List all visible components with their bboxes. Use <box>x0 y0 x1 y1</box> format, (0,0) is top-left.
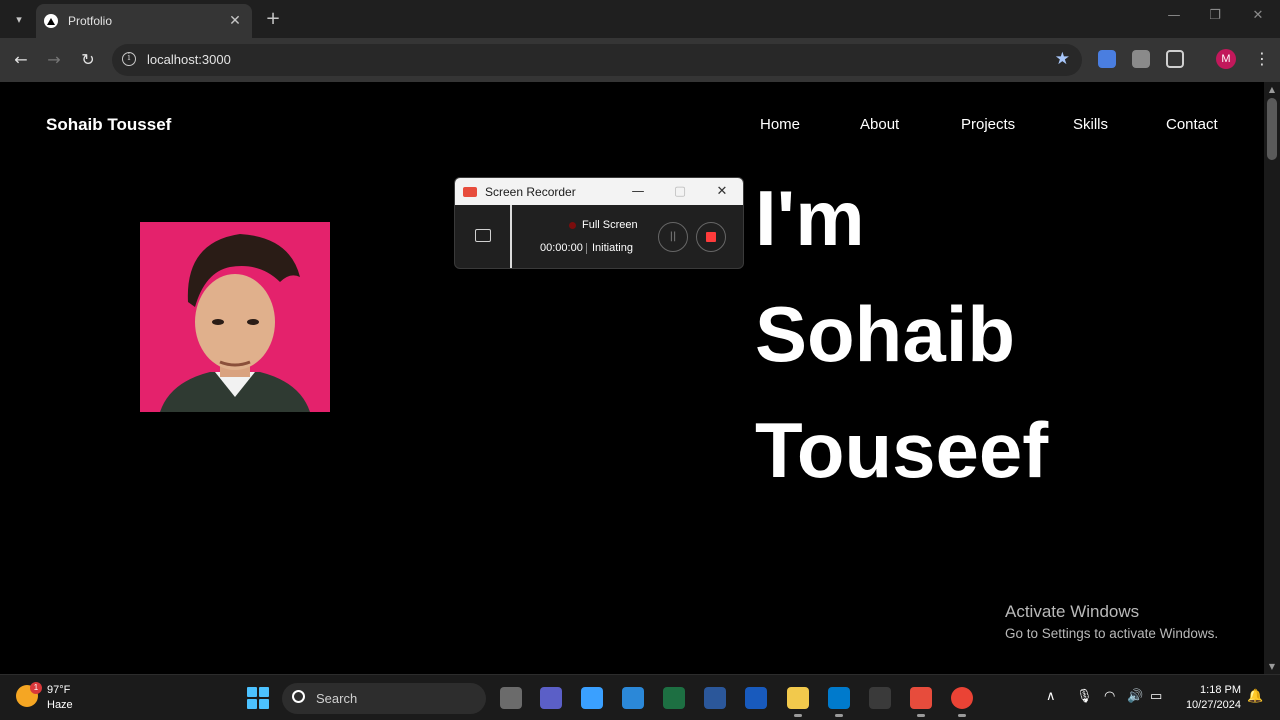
screen-recorder-window: Screen Recorder — ▢ ✕ Full Screen 00:00:… <box>454 177 744 269</box>
stop-icon <box>706 232 716 242</box>
browser-tab[interactable]: Protfolio ✕ <box>36 4 252 38</box>
close-tab-icon[interactable]: ✕ <box>226 13 244 29</box>
clock-date[interactable]: 10/27/2024 <box>1171 699 1241 711</box>
hero-line: Sohaib <box>755 290 1016 378</box>
profile-avatar[interactable]: M <box>1216 49 1236 69</box>
watermark-subtitle: Go to Settings to activate Windows. <box>1005 626 1219 641</box>
show-hidden-icons-icon[interactable]: ∧ <box>1046 689 1056 704</box>
favicon-icon <box>44 14 58 28</box>
recorder-titlebar[interactable]: Screen Recorder — ▢ ✕ <box>455 178 743 205</box>
new-tab-icon[interactable]: + <box>262 8 284 30</box>
restore-window-icon[interactable]: ❐ <box>1205 8 1225 23</box>
weather-description[interactable]: Haze <box>47 699 73 711</box>
extensions-puzzle-icon[interactable] <box>1166 50 1184 68</box>
extension-icon[interactable] <box>1132 50 1150 68</box>
recorder-title: Screen Recorder <box>485 184 576 199</box>
copilot-icon[interactable] <box>581 687 603 709</box>
bookmark-star-icon[interactable]: ★ <box>1055 49 1070 69</box>
word-outline-icon[interactable] <box>704 687 726 709</box>
recorder-mode[interactable]: Full Screen <box>582 219 638 231</box>
browser-toolbar: ← → ↻ i localhost:3000 ★ M ⋮ <box>0 38 1280 82</box>
pause-button[interactable]: || <box>658 222 688 252</box>
nav-link-contact[interactable]: Contact <box>1166 116 1218 133</box>
translate-extension-icon[interactable] <box>1098 50 1116 68</box>
address-bar[interactable]: i localhost:3000 ★ <box>112 44 1082 76</box>
portfolio-page: Sohaib Toussef Home About Projects Skill… <box>0 82 1264 674</box>
file-explorer-mini-icon[interactable] <box>500 687 522 709</box>
profile-photo <box>140 222 330 412</box>
notifications-icon[interactable]: 🔔 <box>1247 689 1263 704</box>
chrome-icon[interactable] <box>951 687 973 717</box>
page-scrollbar[interactable]: ▲ ▼ <box>1264 82 1280 674</box>
word-icon[interactable] <box>745 687 767 709</box>
scroll-down-icon[interactable]: ▼ <box>1267 662 1277 671</box>
vscode-icon[interactable] <box>828 687 850 717</box>
forward-icon[interactable]: → <box>44 50 64 70</box>
recorder-body: Full Screen 00:00:00 Initiating || <box>455 205 743 268</box>
microphone-icon[interactable]: 🎙 <box>1076 689 1093 704</box>
nav-link-skills[interactable]: Skills <box>1073 116 1108 133</box>
tab-title: Protfolio <box>68 14 113 28</box>
battery-icon[interactable]: ▭ <box>1150 689 1162 704</box>
search-placeholder: Search <box>316 691 358 706</box>
nav-link-home[interactable]: Home <box>760 116 800 133</box>
minimize-window-icon[interactable]: — <box>1164 8 1184 23</box>
terminal-icon[interactable] <box>869 687 891 709</box>
recording-dot-icon <box>569 222 576 229</box>
tab-search-icon[interactable]: ▾ <box>6 6 32 32</box>
site-brand[interactable]: Sohaib Toussef <box>46 115 171 135</box>
search-icon <box>292 690 305 703</box>
stop-button[interactable] <box>696 222 726 252</box>
weather-badge: 1 <box>30 682 42 694</box>
recorder-separator <box>586 243 587 254</box>
excel-icon[interactable] <box>663 687 685 709</box>
recorder-logo-icon <box>463 186 477 197</box>
app-icon[interactable] <box>622 687 644 709</box>
taskbar-search[interactable]: Search <box>282 683 486 714</box>
scroll-up-icon[interactable]: ▲ <box>1267 85 1277 94</box>
nav-link-projects[interactable]: Projects <box>961 116 1015 133</box>
nav-link-about[interactable]: About <box>860 116 899 133</box>
wifi-icon[interactable]: ◠ <box>1104 689 1115 704</box>
back-icon[interactable]: ← <box>11 50 31 70</box>
watermark-title: Activate Windows <box>1005 602 1140 621</box>
tab-strip: ▾ Protfolio ✕ + — ❐ ✕ <box>0 0 1280 38</box>
recorder-close-icon[interactable]: ✕ <box>701 184 743 199</box>
reload-icon[interactable]: ↻ <box>78 50 98 70</box>
url-text[interactable]: localhost:3000 <box>147 52 231 67</box>
recorder-divider <box>510 205 512 268</box>
menu-kebab-icon[interactable]: ⋮ <box>1254 48 1270 70</box>
recorder-status: Initiating <box>592 242 633 254</box>
hero-line: Touseef <box>755 406 1049 494</box>
activate-windows-watermark: Activate Windows Go to Settings to activ… <box>1005 602 1218 641</box>
open-folder-icon[interactable] <box>475 229 491 242</box>
start-button[interactable] <box>247 687 269 709</box>
weather-temperature[interactable]: 97°F <box>47 684 70 696</box>
clock-time[interactable]: 1:18 PM <box>1181 684 1241 696</box>
hero-heading: I'm Sohaib Touseef <box>755 160 1048 508</box>
teams-icon[interactable] <box>540 687 562 709</box>
folder-icon[interactable] <box>787 687 809 717</box>
screen-recorder-icon[interactable] <box>910 687 932 717</box>
windows-taskbar: 1 97°F Haze Search ∧ 🎙 ◠ 🔊 ▭ 1:18 PM 10/… <box>0 674 1280 720</box>
recorder-minimize-icon[interactable]: — <box>617 184 659 199</box>
close-window-icon[interactable]: ✕ <box>1248 8 1268 23</box>
recorder-timer: 00:00:00 <box>540 242 583 254</box>
hero-line: I'm <box>755 174 865 262</box>
scroll-thumb[interactable] <box>1267 98 1277 160</box>
volume-icon[interactable]: 🔊 <box>1127 689 1143 704</box>
site-info-icon[interactable]: i <box>122 52 136 66</box>
recorder-maximize-icon[interactable]: ▢ <box>659 184 701 199</box>
